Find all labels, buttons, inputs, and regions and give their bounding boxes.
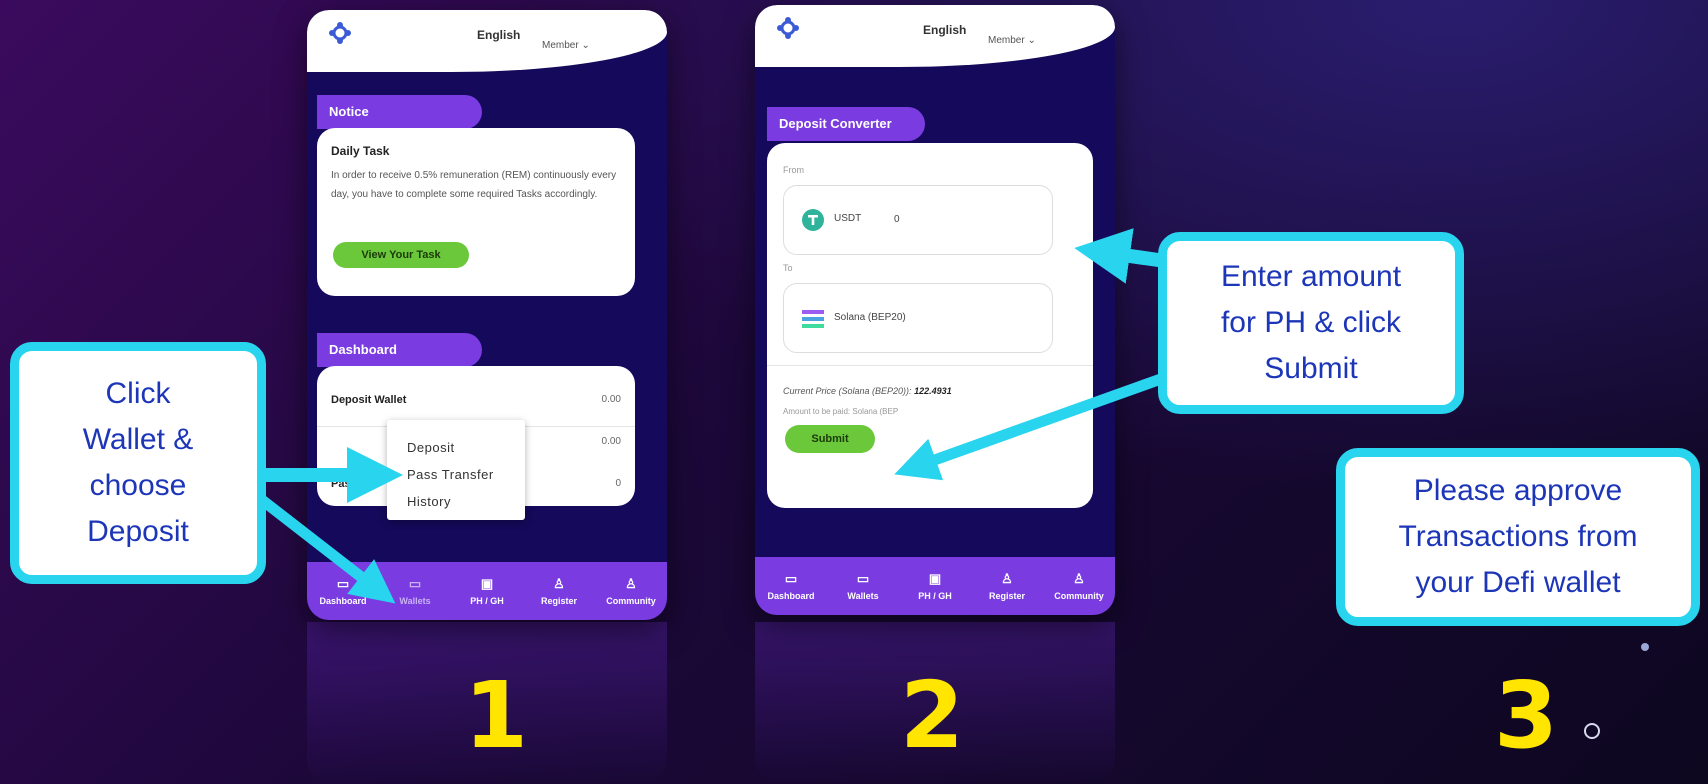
phone-2-screen: English Member ⌄ Deposit Converter From … (755, 5, 1115, 615)
callout-1-line-3: choose (89, 469, 187, 502)
current-price-text: Current Price (Solana (BEP20)): (783, 386, 912, 396)
deposit-wallet-label: Deposit Wallet (331, 394, 407, 406)
from-currency-name: USDT (834, 213, 862, 224)
bottom-nav: ▭ Dashboard ▭ Wallets ▣ PH / GH ♙ Register ♙… (755, 557, 1115, 615)
callout-step-1: Click Wallet & choose Deposit (10, 342, 266, 584)
app-header: English Member ⌄ (755, 5, 1115, 67)
callout-step-3: Please approve Transactions from your De… (1336, 448, 1700, 626)
dashboard-icon: ▭ (336, 576, 350, 591)
daily-task-card: Daily Task In order to receive 0.5% remu… (317, 128, 635, 296)
nav-register[interactable]: ♙ Register (523, 562, 595, 620)
decorative-ring (1584, 723, 1600, 739)
pass-wallet-value: 0 (615, 478, 621, 489)
from-currency-field[interactable]: USDT 0 (783, 185, 1053, 255)
nav-dashboard-label: Dashboard (767, 591, 815, 601)
dashboard-icon: ▭ (784, 571, 798, 586)
callout-3-line-3: your Defi wallet (1415, 566, 1621, 599)
nav-wallets-label: Wallets (399, 596, 431, 606)
nav-community-label: Community (606, 596, 656, 606)
wallets-dropdown-menu: Deposit Pass Transfer History (387, 420, 525, 520)
logo-icon (777, 17, 799, 39)
nav-ph-gh[interactable]: ▣ PH / GH (899, 557, 971, 615)
logo-icon (329, 22, 351, 44)
daily-task-text: In order to receive 0.5% remuneration (R… (331, 170, 617, 200)
daily-task-title: Daily Task (331, 144, 390, 158)
callout-1-line-4: Deposit (87, 515, 189, 548)
from-amount-input[interactable]: 0 (894, 214, 900, 225)
nav-dashboard-label: Dashboard (319, 596, 367, 606)
community-icon: ♙ (1073, 571, 1085, 586)
register-icon: ♙ (553, 576, 565, 591)
to-label: To (783, 263, 793, 273)
deposit-wallet-value: 0.00 (601, 394, 621, 405)
nav-register-label: Register (988, 591, 1025, 601)
register-icon: ♙ (1001, 571, 1013, 586)
nav-community[interactable]: ♙ Community (595, 562, 667, 620)
callout-3-line-2: Transactions from (1398, 520, 1638, 553)
pass-wallet-label: Pass (331, 478, 357, 490)
language-selector[interactable]: English (477, 28, 520, 42)
nav-ph-gh-label: PH / GH (918, 591, 952, 601)
to-currency-name: Solana (BEP20) (834, 312, 906, 323)
decorative-dot (1641, 643, 1649, 651)
nav-wallets-label: Wallets (847, 591, 879, 601)
bottom-nav: ▭ Dashboard ▭ Wallets ▣ PH / GH ♙ Register ♙… (307, 562, 667, 620)
nav-community-label: Community (1054, 591, 1104, 601)
callout-step-2: Enter amount for PH & click Submit (1158, 232, 1464, 414)
nav-register[interactable]: ♙ Register (971, 557, 1043, 615)
ph-gh-icon: ▣ (928, 571, 942, 586)
callout-2-line-2: for PH & click (1220, 306, 1401, 339)
step-number-3: 3 (1494, 662, 1559, 769)
phone-1-screen: English Member ⌄ Notice Daily Task In or… (307, 10, 667, 620)
nav-ph-gh[interactable]: ▣ PH / GH (451, 562, 523, 620)
menu-item-deposit[interactable]: Deposit (407, 440, 455, 455)
converter-divider (767, 365, 1093, 366)
nav-wallets[interactable]: ▭ Wallets (379, 562, 451, 620)
dashboard-heading: Dashboard (317, 333, 482, 367)
notice-heading: Notice (317, 95, 482, 129)
to-currency-field[interactable]: Solana (BEP20) (783, 283, 1053, 353)
callout-2-line-1: Enter amount (1220, 260, 1402, 293)
nav-wallets[interactable]: ▭ Wallets (827, 557, 899, 615)
ph-gh-icon: ▣ (480, 576, 494, 591)
nav-dashboard[interactable]: ▭ Dashboard (307, 562, 379, 620)
nav-ph-gh-label: PH / GH (470, 596, 504, 606)
view-your-task-button[interactable]: View Your Task (333, 242, 469, 268)
deposit-converter-card: From USDT 0 To Solana (BEP20) Current Pr… (767, 143, 1093, 508)
nav-register-label: Register (540, 596, 577, 606)
wallet-icon: ▭ (408, 576, 422, 591)
member-menu[interactable]: Member ⌄ (542, 40, 590, 51)
submit-button[interactable]: Submit (785, 425, 875, 453)
callout-2-line-3: Submit (1264, 352, 1358, 385)
step-number-1: 1 (464, 662, 529, 769)
callout-1-line-2: Wallet & (82, 423, 194, 456)
language-selector[interactable]: English (923, 23, 966, 37)
amount-to-be-paid-label: Amount to be paid: Solana (BEP (783, 407, 899, 416)
usdt-icon (802, 209, 824, 231)
member-menu[interactable]: Member ⌄ (988, 35, 1036, 46)
callout-1-line-1: Click (105, 377, 171, 410)
wallet-value-2: 0.00 (601, 436, 621, 447)
nav-community[interactable]: ♙ Community (1043, 557, 1115, 615)
solana-icon (802, 310, 824, 328)
app-header: English Member ⌄ (307, 10, 667, 72)
community-icon: ♙ (625, 576, 637, 591)
wallet-icon: ▭ (856, 571, 870, 586)
deposit-converter-heading: Deposit Converter (767, 107, 925, 141)
nav-dashboard[interactable]: ▭ Dashboard (755, 557, 827, 615)
menu-item-history[interactable]: History (407, 494, 451, 509)
menu-item-pass-transfer[interactable]: Pass Transfer (407, 467, 494, 482)
from-label: From (783, 165, 804, 175)
current-price-label: Current Price (Solana (BEP20)): 122.4931 (783, 386, 952, 396)
step-number-2: 2 (900, 662, 965, 769)
current-price-value: 122.4931 (914, 386, 952, 396)
callout-3-line-1: Please approve (1413, 474, 1623, 507)
